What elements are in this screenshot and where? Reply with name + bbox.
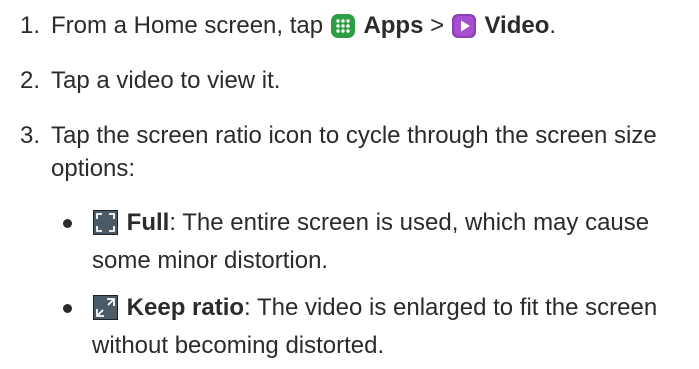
keep-ratio-icon [93, 295, 118, 329]
step-text: Tap a video to view it. [51, 67, 281, 94]
step-text-part: . [549, 12, 557, 39]
full-screen-ratio-icon [93, 210, 118, 244]
separator: > [423, 12, 451, 39]
step-number: 3. [20, 122, 41, 149]
bullet-point [63, 219, 72, 228]
option-keep-ratio: Keep ratio: The video is enlarged to fit… [63, 291, 693, 362]
option-text: Full: The entire screen is used, which m… [92, 206, 693, 277]
step-text-part: From a Home screen, tap [51, 12, 330, 39]
option-label: Keep ratio [126, 294, 245, 321]
option-label: Full [126, 209, 170, 236]
video-label: Video [484, 12, 550, 39]
apps-label: Apps [363, 12, 424, 39]
apps-grid-icon [330, 14, 355, 47]
step-text: Tap the screen ratio icon to cycle throu… [51, 122, 657, 182]
option-text: Keep ratio: The video is enlarged to fit… [92, 291, 693, 362]
step-1: 1. From a Home screen, tap Apps > Video. [20, 9, 690, 47]
step-3: 3. Tap the screen ratio icon to cycle th… [20, 119, 690, 185]
option-description: : The entire screen is used, which may c… [92, 209, 650, 274]
step-number: 1. [20, 12, 41, 39]
step-text: From a Home screen, tap Apps > Video. [51, 9, 690, 47]
video-play-icon [451, 14, 476, 47]
step-number: 2. [20, 67, 41, 94]
bullet-point [63, 304, 72, 313]
option-full: Full: The entire screen is used, which m… [63, 206, 693, 277]
step-2: 2. Tap a video to view it. [20, 64, 690, 97]
instructions-document: 1. From a Home screen, tap Apps > Video. [0, 0, 699, 369]
